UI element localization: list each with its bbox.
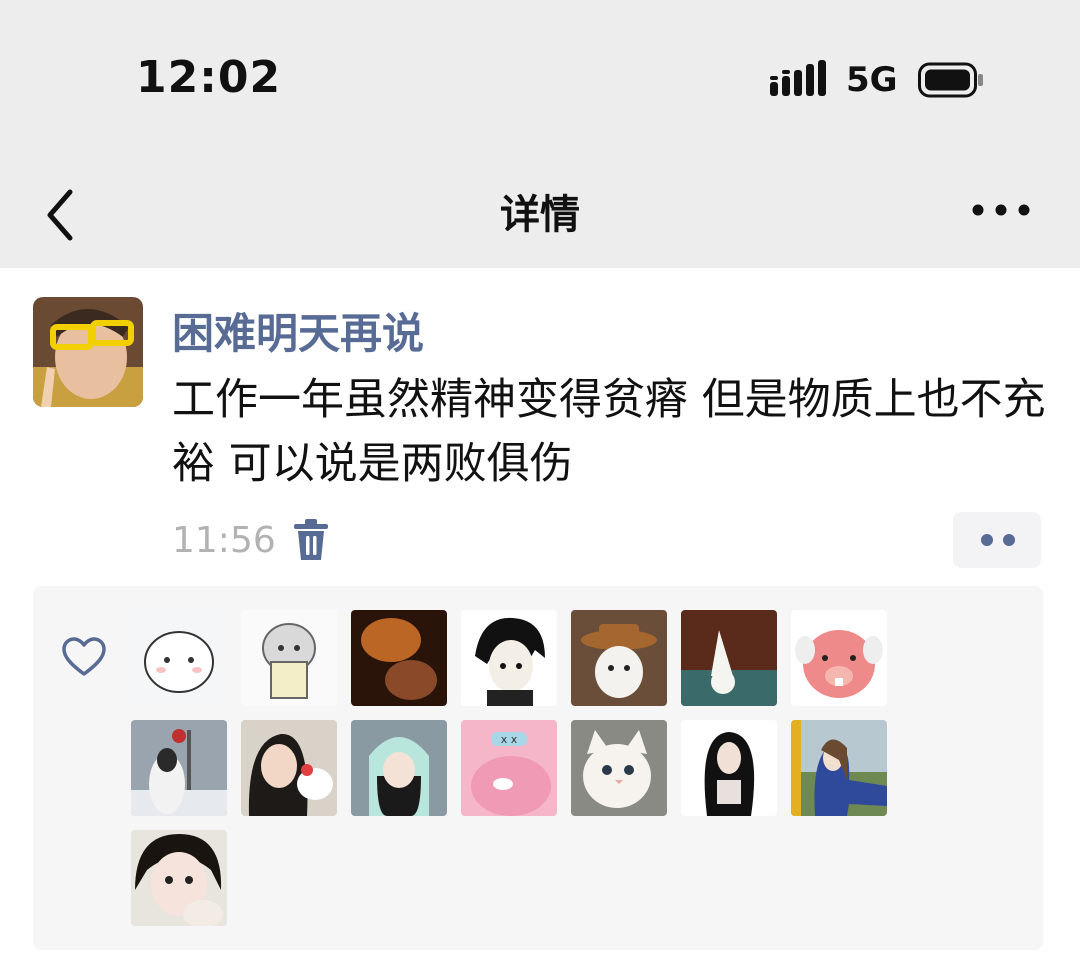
avatar[interactable] [33,297,143,407]
liker-avatar[interactable] [131,610,227,706]
comment-action-button[interactable] [953,512,1041,568]
more-button[interactable] [968,190,1034,230]
status-bar: 12:02 5G [0,0,1080,160]
liker-avatar[interactable] [791,720,887,816]
status-time: 12:02 [136,52,282,103]
liker-avatar[interactable] [681,610,777,706]
page-title: 详情 [500,192,580,238]
two-dots-icon [981,534,1015,546]
likes-panel: x x [33,586,1043,950]
liker-avatar[interactable] [131,720,227,816]
liker-avatar[interactable] [461,610,557,706]
liker-avatar[interactable] [571,610,667,706]
battery-icon [918,62,983,98]
post-text: 工作一年虽然精神变得贫瘠 但是物质上也不充裕 可以说是两败俱伤 [172,375,1046,489]
post-author[interactable]: 困难明天再说 [172,300,424,361]
svg-text:x x: x x [501,733,518,746]
nav-bar: 详情 [0,160,1080,268]
liker-avatar[interactable] [681,720,777,816]
liker-avatar[interactable] [791,610,887,706]
liker-avatar[interactable] [131,830,227,926]
trash-icon[interactable] [292,518,330,562]
liker-avatar[interactable] [351,610,447,706]
signal-icon [770,60,826,96]
heart-icon [62,637,106,676]
back-button[interactable] [36,180,86,250]
liker-avatar[interactable]: x x [461,720,557,816]
liker-avatar[interactable] [571,720,667,816]
network-label: 5G [846,60,898,100]
liker-avatar[interactable] [241,720,337,816]
liker-avatar-grid: x x [131,610,901,926]
liker-avatar[interactable] [241,610,337,706]
liker-avatar[interactable] [351,720,447,816]
post-time: 11:56 [172,520,276,561]
